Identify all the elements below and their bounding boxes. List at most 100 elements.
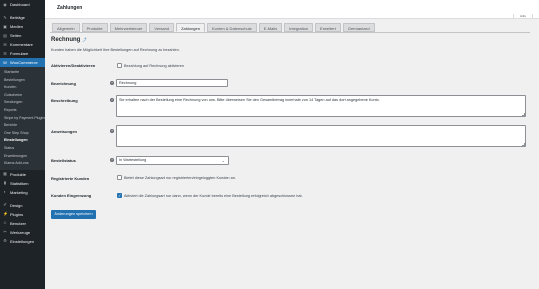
- tab-zahlungen[interactable]: Zahlungen: [176, 23, 205, 32]
- page-header: Zahlungen Hilfe: [45, 0, 539, 19]
- tab-integration[interactable]: Integration: [284, 23, 314, 32]
- help-tab[interactable]: Hilfe: [513, 14, 533, 19]
- section-description: Kunden haben die Möglichkeit Ihre Bestel…: [51, 48, 180, 52]
- sidebar-item-label: Design: [10, 202, 23, 208]
- sidebar-item-seiten[interactable]: ▤ Seiten: [0, 31, 45, 40]
- submenu-item[interactable]: Einstellungen: [0, 137, 45, 145]
- title-label: Bezeichnung: [51, 81, 76, 86]
- sidebar-item-benutzer[interactable]: ☺ Benutzer: [0, 219, 45, 228]
- products-icon: ▦: [3, 171, 7, 177]
- settings-tabs: Allgemein Produkte Mehrwertsteuer Versand Za…: [52, 23, 375, 32]
- sidebar-item-dashboard[interactable]: ◉ Dashboard: [0, 0, 45, 9]
- submenu-item[interactable]: Bestellungen: [0, 77, 45, 85]
- resize-handle[interactable]: [522, 143, 525, 146]
- registered-checkbox[interactable]: [117, 175, 122, 180]
- registered-checkbox-text: Bietet diese Zahlungsart nur registriert…: [124, 176, 236, 180]
- description-label: Beschreibung: [51, 98, 78, 103]
- tab-divider: [50, 32, 530, 33]
- section-title: Rechnung ⤴: [51, 37, 86, 43]
- submenu-item[interactable]: One Step Shop: [0, 130, 45, 138]
- sidebar-item-label: Plugins: [10, 211, 24, 217]
- sidebar-item-label: Benutzer: [10, 220, 27, 226]
- registered-label: Registrierte Kunden: [51, 176, 90, 181]
- tab-e-mails[interactable]: E-Mails: [258, 23, 283, 32]
- sidebar-item-kommentare[interactable]: ✉ Kommentare: [0, 40, 45, 49]
- description-textarea[interactable]: Sie erhalten nach der Bestellung eine Re…: [116, 95, 526, 117]
- submenu-item[interactable]: Reports: [0, 107, 45, 115]
- sidebar-item-plugins[interactable]: ⚡ Plugins: [0, 210, 45, 219]
- tab-mehrwertsteuer[interactable]: Mehrwertsteuer: [109, 23, 148, 32]
- instructions-help-icon[interactable]: ?: [110, 129, 114, 133]
- submenu-item[interactable]: Berichte: [0, 122, 45, 130]
- submenu-item[interactable]: Startseite: [0, 69, 45, 77]
- sidebar-item-label: Medien: [10, 24, 24, 29]
- enable-checkbox-text: Bezahlung auf Rechnung aktivieren: [124, 64, 184, 68]
- description-text: Sie erhalten nach der Bestellung eine Re…: [119, 98, 380, 102]
- instructions-label: Anweisungen: [51, 129, 78, 134]
- back-link-icon[interactable]: ⤴: [82, 37, 86, 42]
- sidebar-item-label: Statistiken: [10, 180, 29, 186]
- settings-icon: ⚙: [3, 238, 7, 244]
- sidebar-item-marketing[interactable]: ◐ Marketing: [0, 188, 45, 197]
- submenu-item[interactable]: Erweiterungen: [0, 153, 45, 161]
- order-status-label: Bestellstatus: [51, 158, 76, 163]
- tab-versand[interactable]: Versand: [149, 23, 175, 32]
- tab-erweitert[interactable]: Erweitert: [315, 23, 341, 32]
- woocommerce-icon: W: [3, 59, 7, 65]
- submenu-item[interactable]: Status: [0, 145, 45, 153]
- sidebar-item-label: Werkzeuge: [10, 229, 31, 235]
- title-input[interactable]: Rechnung: [116, 79, 228, 87]
- enforce-checkbox[interactable]: [117, 193, 122, 198]
- sidebar-item-statistiken[interactable]: ▮ Statistiken: [0, 179, 45, 188]
- sidebar-item-werkzeuge[interactable]: ✂ Werkzeuge: [0, 228, 45, 237]
- tab-germanized[interactable]: Germanized: [342, 23, 375, 32]
- sidebar-item-label: Seiten: [10, 33, 22, 38]
- sidebar-item-label: Dashboard: [10, 2, 30, 7]
- brush-icon: ✐: [3, 202, 7, 208]
- sidebar-item-produkte[interactable]: ▦ Produkte: [0, 170, 45, 179]
- tab-konten-datenschutz[interactable]: Konten & Datenschutz: [206, 23, 257, 32]
- page-title: Zahlungen: [57, 5, 83, 11]
- dashboard-icon: ◉: [3, 1, 7, 7]
- section-title-text: Rechnung: [51, 37, 81, 43]
- sidebar-item-woocommerce[interactable]: W WooCommerce: [0, 58, 45, 67]
- sidebar-item-medien[interactable]: ▣ Medien: [0, 22, 45, 31]
- sidebar-item-label: Formulare: [10, 51, 29, 56]
- pin-icon: ✎: [3, 14, 7, 20]
- sidebar-item-beiträge[interactable]: ✎ Beiträge: [0, 13, 45, 22]
- chevron-down-icon: ⌄: [221, 158, 225, 163]
- sidebar-item-label: Einstellungen: [10, 238, 35, 244]
- enable-label: Aktivieren/Deaktivieren: [51, 63, 96, 68]
- submenu-item[interactable]: Kunden: [0, 84, 45, 92]
- enforce-checkbox-text: Aktiviert die Zahlungsart nur dann, wenn…: [124, 194, 303, 198]
- save-changes-button[interactable]: Änderungen speichern: [51, 210, 96, 219]
- sidebar-item-formulare[interactable]: ☰ Formulare: [0, 49, 45, 58]
- enable-checkbox[interactable]: [117, 63, 122, 68]
- order-status-select[interactable]: In Wartestellung ⌄: [116, 156, 229, 165]
- woocommerce-submenu: Startseite Bestellungen Kunden Gutscheine Se…: [0, 67, 45, 170]
- sidebar-item-label: Marketing: [10, 189, 28, 195]
- comment-icon: ✉: [3, 41, 7, 47]
- instructions-textarea[interactable]: [116, 125, 526, 147]
- description-help-icon[interactable]: ?: [110, 98, 114, 102]
- tab-produkte[interactable]: Produkte: [81, 23, 108, 32]
- sidebar-item-label: WooCommerce: [10, 60, 38, 65]
- order-status-value: In Wartestellung: [119, 158, 147, 162]
- enforce-label: Kunden Eingrenzung: [51, 193, 92, 198]
- sidebar-item-label: Kommentare: [10, 42, 33, 47]
- title-help-icon[interactable]: ?: [110, 81, 114, 85]
- submenu-item[interactable]: Stripe by Payment Plugins: [0, 115, 45, 123]
- submenu-item[interactable]: Klarna Add-ons: [0, 160, 45, 168]
- submenu-item[interactable]: Gutscheine: [0, 92, 45, 100]
- page-icon: ▤: [3, 32, 7, 38]
- order-status-help-icon[interactable]: ?: [110, 158, 114, 162]
- tab-allgemein[interactable]: Allgemein: [52, 23, 80, 32]
- resize-handle[interactable]: [522, 113, 525, 116]
- plugin-icon: ⚡: [3, 211, 8, 217]
- megaphone-icon: ◐: [3, 189, 7, 195]
- stats-icon: ▮: [3, 180, 7, 186]
- sidebar-item-design[interactable]: ✐ Design: [0, 201, 45, 210]
- sidebar-item-einstellungen[interactable]: ⚙ Einstellungen: [0, 237, 45, 246]
- submenu-item[interactable]: Sendungen: [0, 99, 45, 107]
- admin-sidebar: ◉ Dashboard ✎ Beiträge ▣ Medien ▤ Seiten ✉ Kommen…: [0, 0, 45, 289]
